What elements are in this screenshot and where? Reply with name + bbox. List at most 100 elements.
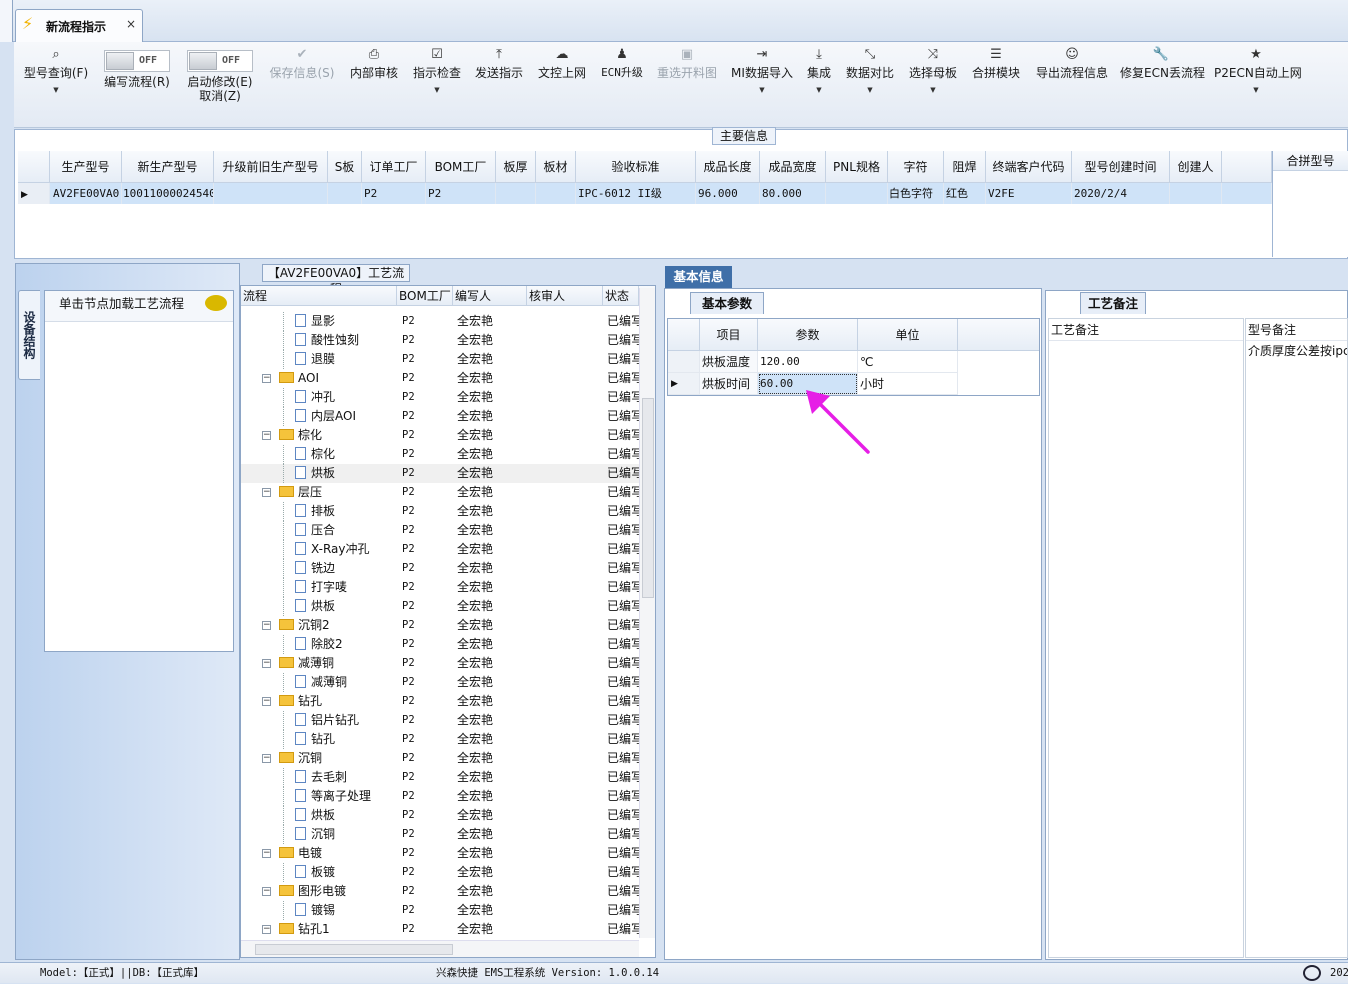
tree-node[interactable]: 镀锡 xyxy=(295,901,335,920)
horizontal-scrollbar[interactable] xyxy=(241,940,639,957)
tree-row[interactable]: − 钻孔 P2 全宏艳 已编写 xyxy=(241,692,639,711)
internal-review-button[interactable]: ⎙ 内部审核 xyxy=(347,42,401,128)
integrate-button[interactable]: ⤓ 集成 ▼ xyxy=(802,42,836,128)
col-header[interactable]: 核审人 xyxy=(527,286,603,306)
tree-node[interactable]: 沉铜2 xyxy=(279,616,330,635)
table-cell[interactable]: 10011000024540 xyxy=(122,183,214,204)
collapse-icon[interactable]: − xyxy=(262,887,271,896)
tree-node[interactable]: 冲孔 xyxy=(295,388,335,407)
tree-node[interactable]: 沉铜 xyxy=(279,749,322,768)
tree-row[interactable]: − 电镀 P2 全宏艳 已编写 xyxy=(241,844,639,863)
tree-node[interactable]: 酸性蚀刻 xyxy=(295,331,359,350)
tree-node[interactable]: 减薄铜 xyxy=(279,654,334,673)
row-indicator[interactable]: ▶ xyxy=(18,183,50,204)
col-header[interactable]: 成品长度 xyxy=(696,151,760,183)
tree-node[interactable]: 钻孔1 xyxy=(279,920,330,939)
tree-row[interactable]: 酸性蚀刻 P2 全宏艳 已编写 xyxy=(241,331,639,350)
collapse-icon[interactable]: − xyxy=(262,621,271,630)
table-cell[interactable] xyxy=(496,183,536,204)
collapse-icon[interactable]: − xyxy=(262,754,271,763)
tree-node[interactable]: 烘板 xyxy=(295,806,335,825)
tree-node[interactable]: 板镀 xyxy=(295,863,335,882)
col-header[interactable]: BOM工厂 xyxy=(426,151,496,183)
table-cell[interactable]: 80.000 xyxy=(760,183,826,204)
table-cell[interactable]: 96.000 xyxy=(696,183,760,204)
tree-row[interactable]: 等离子处理 P2 全宏艳 已编写 xyxy=(241,787,639,806)
repair-ecn-flow-button[interactable]: 🔧 修复ECN丢流程 xyxy=(1120,42,1205,128)
tree-node[interactable]: 层压 xyxy=(279,483,322,502)
tree-node[interactable]: 沉铜 xyxy=(295,825,335,844)
param-item[interactable]: 烘板温度 xyxy=(700,351,758,373)
tree-node[interactable]: 等离子处理 xyxy=(295,787,371,806)
select-motherboard-button[interactable]: ⤨ 选择母板 ▼ xyxy=(906,42,960,128)
mi-data-import-button[interactable]: ⇥ MI数据导入 ▼ xyxy=(728,42,796,128)
tree-node[interactable]: 除胶2 xyxy=(295,635,343,654)
tab-device-structure[interactable]: 设备结构 xyxy=(18,290,40,380)
cancel-label[interactable]: 取消(Z) xyxy=(180,89,260,103)
export-flow-info-button[interactable]: ☺ 导出流程信息 xyxy=(1032,42,1112,128)
tree-node[interactable]: 烘板 xyxy=(295,597,335,616)
tree-row[interactable]: 去毛刺 P2 全宏艳 已编写 xyxy=(241,768,639,787)
tree-node[interactable]: AOI xyxy=(279,369,319,388)
param-item[interactable]: 烘板时间 xyxy=(700,373,758,395)
row-indicator[interactable]: ▶ xyxy=(668,373,700,395)
tree-node[interactable]: 减薄铜 xyxy=(295,673,347,692)
col-header[interactable]: 成品宽度 xyxy=(760,151,826,183)
collapse-icon[interactable]: − xyxy=(262,659,271,668)
col-header[interactable]: 型号创建时间 xyxy=(1072,151,1170,183)
tree-row[interactable]: − 钻孔1 P2 全宏艳 已编写 xyxy=(241,920,639,939)
col-header[interactable]: 终端客户代码 xyxy=(986,151,1072,183)
col-header[interactable]: PNL规格 xyxy=(826,151,888,183)
col-header[interactable]: 项目 xyxy=(700,319,758,351)
col-header[interactable]: 流程 xyxy=(241,286,397,306)
col-header[interactable]: 单位 xyxy=(858,319,958,351)
tree-row[interactable]: − 棕化 P2 全宏艳 已编写 xyxy=(241,426,639,445)
col-header[interactable]: 验收标准 xyxy=(576,151,696,183)
col-header[interactable]: 生产型号 xyxy=(50,151,122,183)
tree-row[interactable]: − 沉铜2 P2 全宏艳 已编写 xyxy=(241,616,639,635)
tree-node[interactable]: 棕化 xyxy=(279,426,322,445)
tree-row[interactable]: 压合 P2 全宏艳 已编写 xyxy=(241,521,639,540)
tree-row[interactable]: 板镀 P2 全宏艳 已编写 xyxy=(241,863,639,882)
col-header[interactable]: 状态 xyxy=(603,286,639,306)
tree-row[interactable]: 减薄铜 P2 全宏艳 已编写 xyxy=(241,673,639,692)
table-cell[interactable]: P2 xyxy=(426,183,496,204)
table-cell[interactable]: AV2FE00VA0 xyxy=(50,183,122,204)
collapse-icon[interactable]: − xyxy=(262,925,271,934)
tree-node[interactable]: 棕化 xyxy=(295,445,335,464)
tree-row[interactable]: − 减薄铜 P2 全宏艳 已编写 xyxy=(241,654,639,673)
col-header[interactable]: S板 xyxy=(328,151,362,183)
col-header[interactable]: 升级前旧生产型号 xyxy=(214,151,328,183)
startup-modify-toggle[interactable]: OFF 启动修改(E) 取消(Z) xyxy=(180,42,260,128)
instruction-check-button[interactable]: ☑ 指示检查 ▼ xyxy=(410,42,464,128)
tree-row[interactable]: 显影 P2 全宏艳 已编写 xyxy=(241,312,639,331)
table-cell[interactable]: 2020/2/4 xyxy=(1072,183,1170,204)
grid-corner[interactable] xyxy=(668,319,700,351)
write-flow-toggle[interactable]: OFF 编写流程(R) xyxy=(98,42,176,128)
table-cell[interactable] xyxy=(1170,183,1222,204)
tab-basic-info[interactable]: 基本信息 xyxy=(665,266,732,288)
col-header[interactable]: 编写人 xyxy=(453,286,527,306)
table-cell[interactable] xyxy=(826,183,888,204)
table-cell[interactable]: 白色字符 xyxy=(888,183,944,204)
col-header[interactable]: BOM工厂 xyxy=(397,286,453,306)
tree-row[interactable]: 沉铜 P2 全宏艳 已编写 xyxy=(241,825,639,844)
process-remark-box[interactable]: 工艺备注 xyxy=(1048,318,1244,958)
collapse-icon[interactable]: − xyxy=(262,849,271,858)
collapse-icon[interactable]: − xyxy=(262,374,271,383)
tree-node[interactable]: 烘板 xyxy=(295,464,335,483)
table-cell[interactable]: P2 xyxy=(362,183,426,204)
model-remark-text[interactable]: 介质厚度公差按ipc xyxy=(1246,341,1347,361)
tree-node[interactable]: 钻孔 xyxy=(279,692,322,711)
tree-row[interactable]: 退膜 P2 全宏艳 已编写 xyxy=(241,350,639,369)
col-header[interactable]: 字符 xyxy=(888,151,944,183)
model-remark-box[interactable]: 型号备注 介质厚度公差按ipc xyxy=(1245,318,1348,958)
table-cell[interactable] xyxy=(536,183,576,204)
toggle-switch[interactable]: OFF xyxy=(104,50,170,72)
ecn-upgrade-button[interactable]: ♟ ECN升级 xyxy=(598,42,646,128)
tree-row[interactable]: 内层AOI P2 全宏艳 已编写 xyxy=(241,407,639,426)
table-cell[interactable] xyxy=(328,183,362,204)
tree-row[interactable]: 烘板 P2 全宏艳 已编写 xyxy=(241,464,639,483)
vertical-scrollbar[interactable] xyxy=(639,288,655,938)
data-compare-button[interactable]: ⤡ 数据对比 ▼ xyxy=(844,42,896,128)
